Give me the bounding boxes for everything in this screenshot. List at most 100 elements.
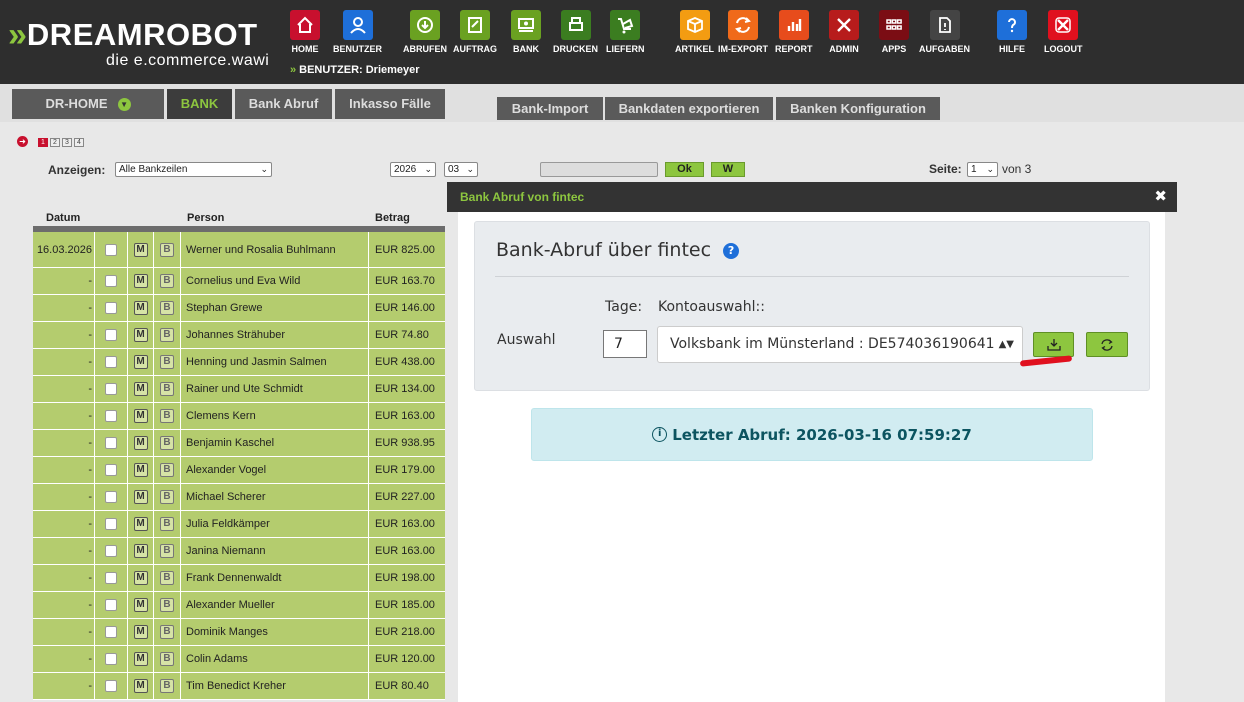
mail-button[interactable]: M [133, 242, 148, 257]
konto-select[interactable]: Volksbank im Münsterland : DE57403619064… [657, 326, 1023, 363]
mail-button[interactable]: M [133, 544, 148, 558]
table-row[interactable]: - M B Benjamin Kaschel EUR 938.95 [33, 430, 445, 457]
tab-dr-home[interactable]: DR-HOME ▼ [12, 89, 164, 119]
page-select[interactable]: 1 ⌄ [967, 162, 998, 177]
header-person[interactable]: Person [187, 212, 224, 224]
mail-button[interactable]: M [133, 679, 148, 693]
row-checkbox[interactable] [105, 626, 117, 638]
booking-button[interactable]: B [160, 679, 174, 693]
mail-button[interactable]: M [133, 382, 148, 396]
booking-button[interactable]: B [160, 598, 174, 612]
row-checkbox[interactable] [105, 572, 117, 584]
nav-abrufen[interactable]: ABRUFEN [403, 10, 447, 54]
search-input[interactable] [540, 162, 658, 177]
row-checkbox[interactable] [105, 356, 117, 368]
booking-button[interactable]: B [160, 436, 174, 450]
mail-button[interactable]: M [133, 490, 148, 504]
nav-drucken[interactable]: DRUCKEN [553, 10, 598, 54]
mail-button[interactable]: M [133, 328, 148, 342]
nav-aufgaben[interactable]: AUFGABEN [919, 10, 970, 54]
tab-bank[interactable]: BANK [167, 89, 232, 119]
row-checkbox[interactable] [105, 464, 117, 476]
nav-admin[interactable]: ADMIN [829, 10, 859, 54]
booking-button[interactable]: B [160, 625, 174, 639]
month-select[interactable]: 03 ⌄ [444, 162, 478, 177]
row-checkbox[interactable] [105, 383, 117, 395]
table-row[interactable]: - M B Stephan Grewe EUR 146.00 [33, 295, 445, 322]
table-row[interactable]: - M B Colin Adams EUR 120.00 [33, 646, 445, 673]
table-row[interactable]: - M B Johannes Strähuber EUR 74.80 [33, 322, 445, 349]
subtab-bankdaten-exportieren[interactable]: Bankdaten exportieren [605, 97, 773, 120]
fetch-download-button[interactable] [1033, 332, 1074, 357]
row-checkbox[interactable] [105, 518, 117, 530]
nav-liefern[interactable]: LIEFERN [606, 10, 645, 54]
table-row[interactable]: - M B Dominik Manges EUR 218.00 [33, 619, 445, 646]
mail-button[interactable]: M [133, 463, 148, 477]
table-row[interactable]: - M B Alexander Vogel EUR 179.00 [33, 457, 445, 484]
booking-button[interactable]: B [160, 328, 174, 342]
row-checkbox[interactable] [105, 437, 117, 449]
tab-inkasso-faelle[interactable]: Inkasso Fälle [335, 89, 445, 119]
mail-button[interactable]: M [133, 652, 148, 666]
row-checkbox[interactable] [105, 275, 117, 287]
header-betrag[interactable]: Betrag [375, 212, 410, 224]
mail-button[interactable]: M [133, 598, 148, 612]
booking-button[interactable]: B [160, 301, 174, 315]
mail-button[interactable]: M [133, 436, 148, 450]
refresh-button[interactable] [1086, 332, 1128, 357]
booking-button[interactable]: B [160, 274, 174, 288]
mail-button[interactable]: M [133, 517, 148, 531]
table-row[interactable]: - M B Michael Scherer EUR 227.00 [33, 484, 445, 511]
close-icon[interactable]: ✖ [1154, 187, 1167, 205]
arrow-right-icon[interactable]: ➜ [17, 136, 28, 147]
nav-apps[interactable]: APPS [879, 10, 909, 54]
table-row[interactable]: - M B Rainer und Ute Schmidt EUR 134.00 [33, 376, 445, 403]
mail-button[interactable]: M [133, 409, 148, 423]
booking-button[interactable]: B [160, 409, 174, 423]
table-row[interactable]: - M B Tim Benedict Kreher EUR 80.40 [33, 673, 445, 700]
table-row[interactable]: - M B Frank Dennenwaldt EUR 198.00 [33, 565, 445, 592]
nav-hilfe[interactable]: HILFE [997, 10, 1027, 54]
page-square-4[interactable]: 4 [74, 138, 84, 147]
page-square-3[interactable]: 3 [62, 138, 72, 147]
row-checkbox[interactable] [105, 599, 117, 611]
booking-button[interactable]: B [160, 652, 174, 666]
booking-button[interactable]: B [160, 463, 174, 477]
subtab-banken-konfiguration[interactable]: Banken Konfiguration [776, 97, 940, 120]
booking-button[interactable]: B [160, 382, 174, 396]
table-row[interactable]: - M B Henning und Jasmin Salmen EUR 438.00 [33, 349, 445, 376]
tab-bank-abruf[interactable]: Bank Abruf [235, 89, 332, 119]
table-row[interactable]: - M B Clemens Kern EUR 163.00 [33, 403, 445, 430]
booking-button[interactable]: B [160, 242, 174, 257]
page-square-1[interactable]: 1 [38, 138, 48, 147]
table-row[interactable]: - M B Julia Feldkämper EUR 163.00 [33, 511, 445, 538]
mail-button[interactable]: M [133, 625, 148, 639]
nav-logout[interactable]: LOGOUT [1044, 10, 1083, 54]
booking-button[interactable]: B [160, 544, 174, 558]
row-checkbox[interactable] [105, 680, 117, 692]
header-datum[interactable]: Datum [46, 212, 80, 224]
nav-home[interactable]: HOME [290, 10, 320, 54]
table-row[interactable]: - M B Cornelius und Eva Wild EUR 163.70 [33, 268, 445, 295]
row-checkbox[interactable] [105, 243, 117, 256]
booking-button[interactable]: B [160, 490, 174, 504]
row-checkbox[interactable] [105, 329, 117, 341]
booking-button[interactable]: B [160, 517, 174, 531]
ok-button[interactable]: Ok [665, 162, 704, 177]
nav-auftrag[interactable]: AUFTRAG [453, 10, 497, 54]
table-row[interactable]: 16.03.2026 M B Werner und Rosalia Buhlmann E… [33, 232, 445, 268]
mail-button[interactable]: M [133, 571, 148, 585]
w-button[interactable]: W [711, 162, 745, 177]
anzeigen-select[interactable]: Alle Bankzeilen ⌄ [115, 162, 272, 177]
row-checkbox[interactable] [105, 491, 117, 503]
nav-bank[interactable]: BANK [511, 10, 541, 54]
mail-button[interactable]: M [133, 274, 148, 288]
row-checkbox[interactable] [105, 410, 117, 422]
table-row[interactable]: - M B Alexander Mueller EUR 185.00 [33, 592, 445, 619]
page-square-2[interactable]: 2 [50, 138, 60, 147]
help-icon[interactable]: ? [723, 243, 740, 259]
subtab-bank-import[interactable]: Bank-Import [497, 97, 603, 120]
dreamrobot-logo[interactable]: » DREAMROBOT die e.commerce.wawi [8, 18, 269, 70]
mail-button[interactable]: M [133, 355, 148, 369]
tage-input[interactable]: 7 [603, 330, 647, 358]
